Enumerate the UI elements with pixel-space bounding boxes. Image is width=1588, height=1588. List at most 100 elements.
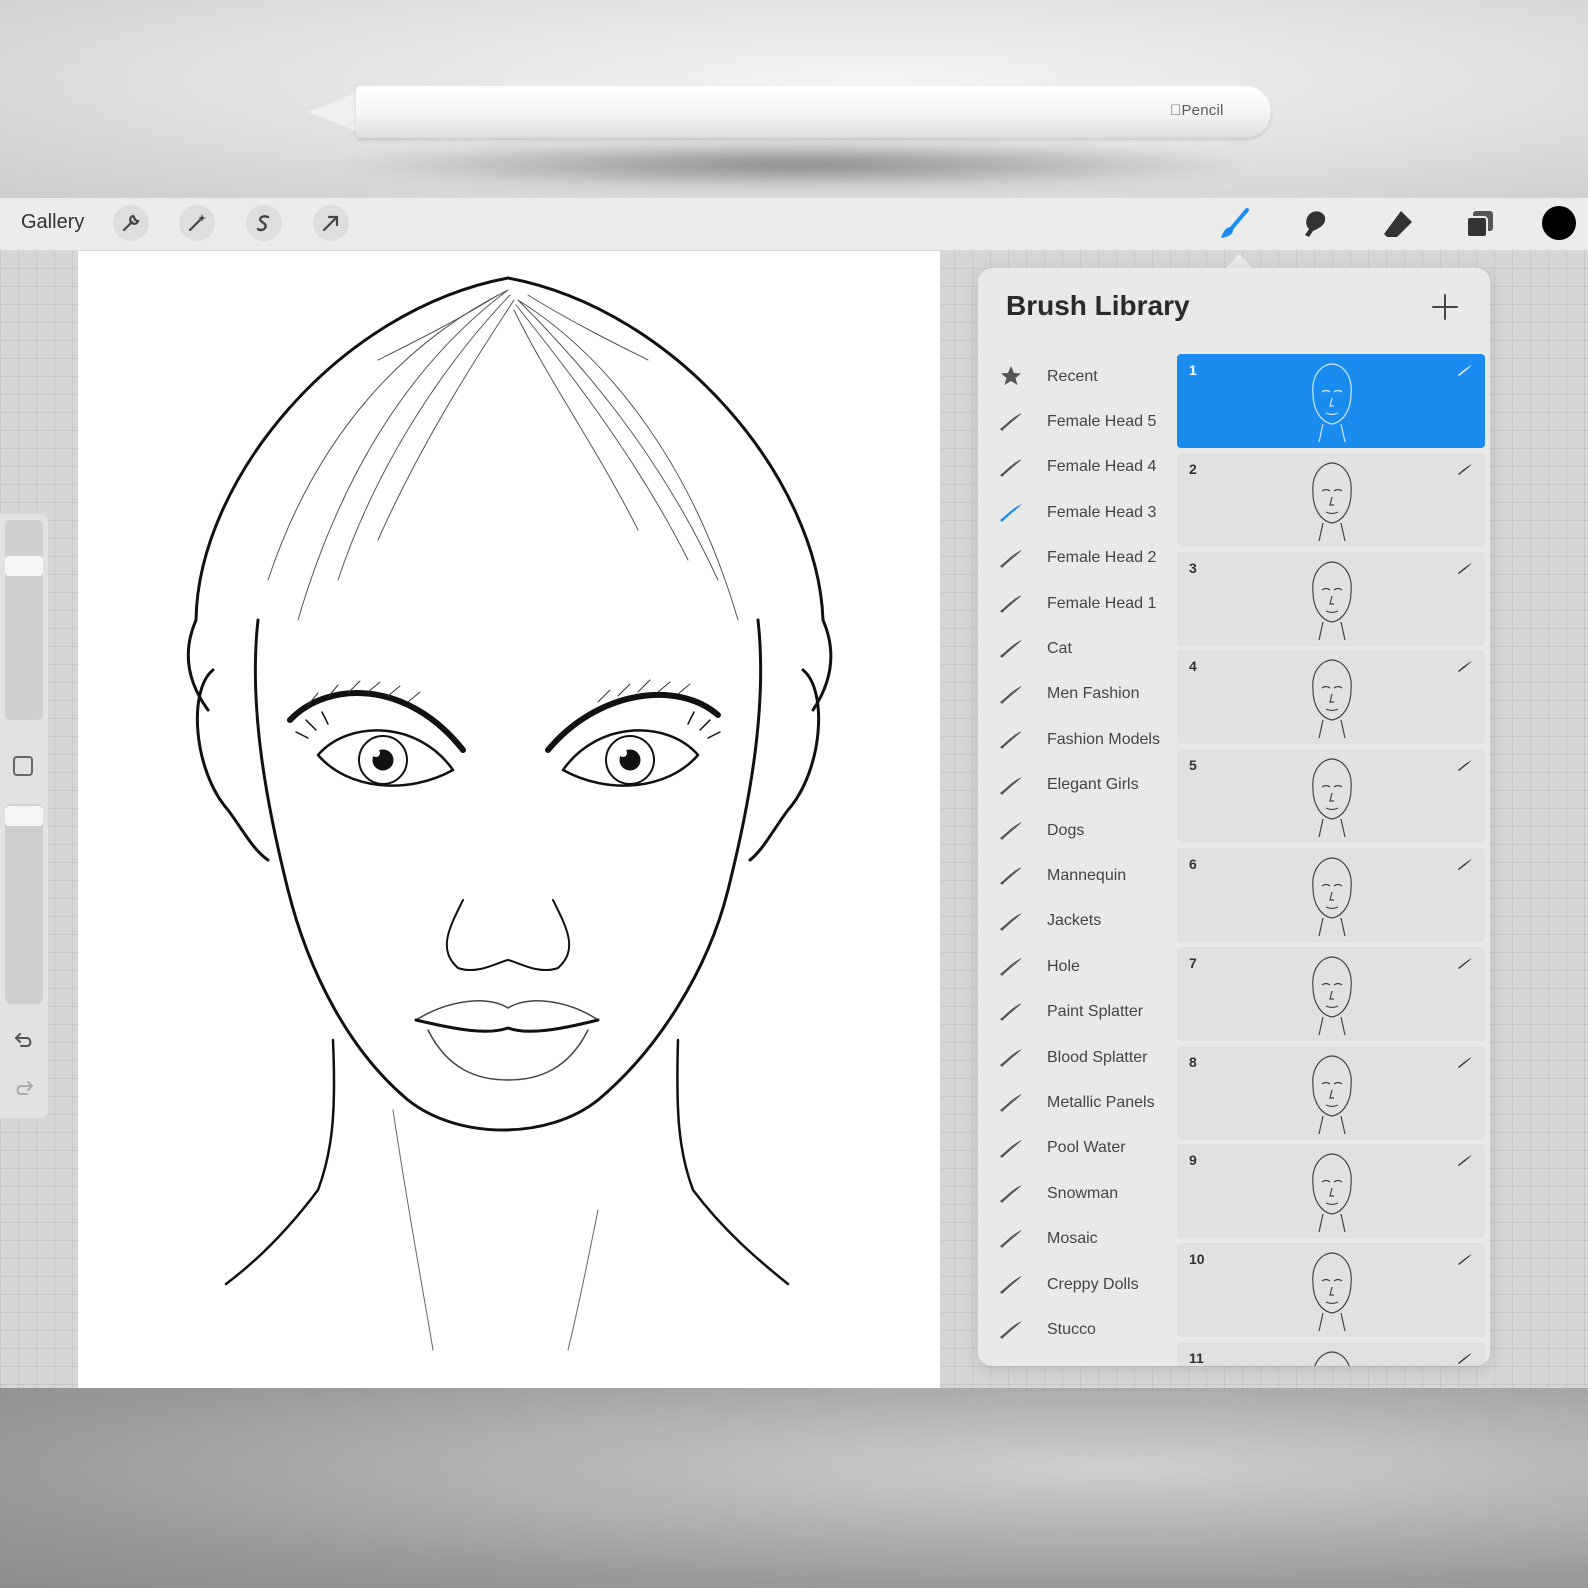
brush-item[interactable]: 2 <box>1177 452 1485 547</box>
face-thumbnail <box>1312 758 1352 838</box>
brush-number: 3 <box>1189 559 1197 576</box>
face-thumbnail <box>1312 659 1352 739</box>
brush-tool-button[interactable] <box>1216 206 1252 242</box>
brush-item[interactable]: 5 <box>1177 749 1485 844</box>
eraser-icon <box>1384 211 1412 237</box>
brush-set-item[interactable]: Snowman <box>978 1171 1178 1216</box>
brush-set-item[interactable]: Female Head 5 <box>978 399 1178 444</box>
brush-set-label: Female Head 5 <box>1047 413 1157 431</box>
brush-set-item[interactable]: Jackets <box>978 899 1178 944</box>
layers-icon <box>1466 211 1493 238</box>
brush-set-label: Metallic Panels <box>1047 1093 1155 1111</box>
brush-set-item[interactable]: Men Fashion <box>978 672 1178 717</box>
face-thumbnail <box>1312 1252 1352 1332</box>
brush-set-item[interactable]: Fashion Models <box>978 717 1178 762</box>
brush-set-label: Female Head 3 <box>1047 503 1157 521</box>
brush-set-item[interactable]: Female Head 1 <box>978 581 1178 626</box>
brush-stroke-icon <box>1000 458 1022 477</box>
opacity-slider[interactable] <box>5 804 43 1004</box>
layers-button[interactable] <box>1462 206 1498 242</box>
brush-stroke-icon <box>1000 1185 1022 1204</box>
brush-set-item[interactable]: Recent <box>978 354 1178 399</box>
smudge-tool-button[interactable] <box>1298 206 1334 242</box>
brush-item[interactable]: 6 <box>1177 847 1485 942</box>
brush-stroke-icon <box>1458 760 1472 772</box>
brush-set-label: Recent <box>1047 367 1098 385</box>
brush-stroke-icon <box>1000 413 1022 432</box>
brush-set-label: Stucco <box>1047 1320 1096 1338</box>
brush-icon <box>1221 208 1249 238</box>
brush-set-item[interactable]: Hole <box>978 944 1178 989</box>
selection-button[interactable] <box>246 205 282 241</box>
brush-item[interactable]: 1 <box>1177 354 1485 448</box>
brush-item[interactable]: 7 <box>1177 946 1485 1041</box>
brush-set-item[interactable]: Pool Water <box>978 1126 1178 1171</box>
modify-square-icon[interactable] <box>13 756 33 776</box>
actions-button[interactable] <box>113 205 149 241</box>
magic-wand-icon <box>188 214 206 232</box>
star-icon <box>1001 366 1021 385</box>
undo-icon[interactable] <box>12 1028 36 1052</box>
brush-item[interactable]: 11 <box>1177 1341 1485 1366</box>
face-thumbnail <box>1312 1054 1352 1134</box>
brush-set-item[interactable]: Dogs <box>978 808 1178 853</box>
brush-number: 9 <box>1189 1152 1197 1169</box>
face-thumbnail <box>1312 857 1352 937</box>
face-thumbnail <box>1312 956 1352 1035</box>
brush-size-thumb[interactable] <box>5 556 43 576</box>
brush-number: 6 <box>1189 855 1197 872</box>
brush-set-item[interactable]: Blood Splatter <box>978 1035 1178 1080</box>
pencil-tip <box>308 92 358 132</box>
brush-set-item[interactable]: Metallic Panels <box>978 1080 1178 1125</box>
brush-set-item[interactable]: Female Head 2 <box>978 536 1178 581</box>
brush-item[interactable]: 3 <box>1177 551 1485 646</box>
brush-stroke-icon <box>1458 1352 1472 1364</box>
brush-set-item[interactable]: Mosaic <box>978 1216 1178 1261</box>
brush-number: 2 <box>1189 460 1197 477</box>
brush-stroke-icon <box>1458 957 1472 969</box>
brush-number: 5 <box>1189 757 1197 774</box>
brush-set-item[interactable]: Creppy Dolls <box>978 1262 1178 1307</box>
adjustments-button[interactable] <box>179 205 215 241</box>
brush-stroke-icon <box>1458 1254 1472 1266</box>
redo-icon[interactable] <box>12 1076 36 1100</box>
brush-set-label: Mannequin <box>1047 866 1127 884</box>
brush-set-item[interactable]: Cat <box>978 626 1178 671</box>
brush-set-label: Blood Splatter <box>1047 1048 1148 1066</box>
transform-arrow-icon <box>322 215 339 232</box>
brush-stroke-icon <box>1000 776 1022 795</box>
transform-button[interactable] <box>313 205 349 241</box>
brush-number: 11 <box>1189 1349 1204 1366</box>
brush-set-item[interactable]: Female Head 4 <box>978 445 1178 490</box>
brush-stroke-icon <box>1000 1048 1022 1067</box>
brush-set-item[interactable]: Mannequin <box>978 853 1178 898</box>
color-picker-button[interactable] <box>1542 206 1576 240</box>
brush-set-item[interactable]: Stucco <box>978 1307 1178 1352</box>
left-sidebar <box>0 514 48 1118</box>
wrench-icon <box>122 214 140 232</box>
opacity-thumb[interactable] <box>5 806 43 826</box>
gallery-button[interactable]: Gallery <box>21 211 84 234</box>
brush-set-item[interactable]: Elegant Girls <box>978 763 1178 808</box>
brush-set-item[interactable]: Paint Splatter <box>978 989 1178 1034</box>
brush-item[interactable]: 8 <box>1177 1045 1485 1140</box>
brush-number: 10 <box>1189 1251 1205 1268</box>
brush-stroke-icon <box>1000 1275 1022 1294</box>
brush-set-label: Female Head 4 <box>1047 458 1157 476</box>
brush-item[interactable]: 10 <box>1177 1243 1485 1338</box>
brush-item[interactable]: 4 <box>1177 650 1485 745</box>
drawing-canvas[interactable] <box>78 250 940 1388</box>
brush-number: 7 <box>1189 954 1197 971</box>
brush-stroke-icon <box>1000 549 1022 568</box>
brush-item[interactable]: 9 <box>1177 1144 1485 1239</box>
brush-size-slider[interactable] <box>5 520 43 720</box>
face-thumbnail <box>1312 363 1352 443</box>
eraser-tool-button[interactable] <box>1380 206 1416 242</box>
popover-pointer <box>1226 254 1252 268</box>
brush-set-item[interactable]: Female Head 3 <box>978 490 1178 535</box>
selection-s-icon <box>256 215 270 232</box>
brush-stroke-icon <box>1458 1155 1472 1167</box>
brush-list: 1 2 3 4 5 6 7 8 9 10 11 <box>1177 354 1485 1366</box>
brush-stroke-icon <box>1458 562 1472 574</box>
plus-icon[interactable] <box>1430 292 1460 322</box>
